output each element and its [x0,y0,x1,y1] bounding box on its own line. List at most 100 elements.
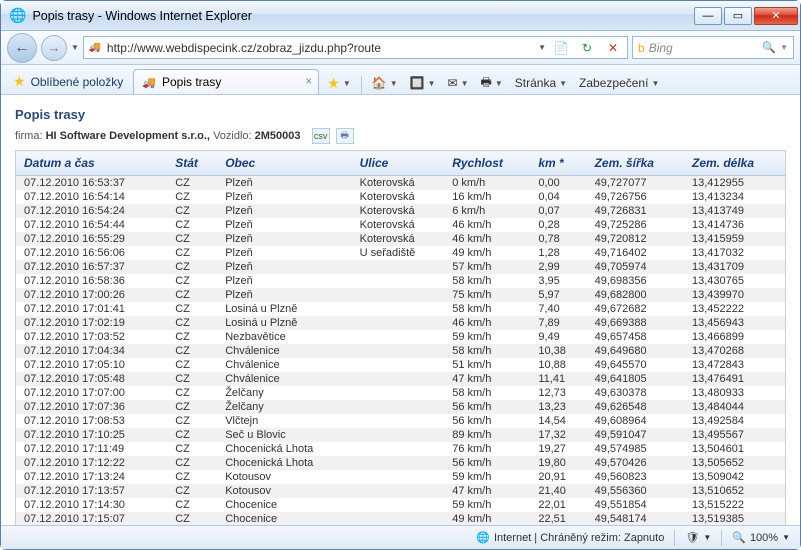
refresh-icon[interactable]: ↻ [576,37,598,59]
table-row[interactable]: 07.12.2010 17:00:26CZPlzeň75 km/h5,9749,… [16,288,786,302]
add-favorite-button[interactable]: ★▼ [323,72,354,94]
table-row[interactable]: 07.12.2010 16:58:36CZPlzeň58 km/h3,9549,… [16,274,786,288]
table-row[interactable]: 07.12.2010 16:57:37CZPlzeň57 km/h2,9949,… [16,260,786,274]
cell: Želčany [217,386,351,400]
table-row[interactable]: 07.12.2010 17:05:10CZChválenice51 km/h10… [16,358,786,372]
table-row[interactable]: 07.12.2010 17:13:57CZKotousov47 km/h21,4… [16,484,786,498]
table-row[interactable]: 07.12.2010 17:07:36CZŽelčany56 km/h13,23… [16,400,786,414]
table-row[interactable]: 07.12.2010 17:12:22CZChocenická Lhota56 … [16,456,786,470]
cell: CZ [167,204,217,218]
cell: 13,495567 [684,428,786,442]
table-row[interactable]: 07.12.2010 16:55:29CZPlzeňKoterovská46 k… [16,232,786,246]
table-row[interactable]: 07.12.2010 17:10:25CZSeč u Blovic89 km/h… [16,428,786,442]
table-row[interactable]: 07.12.2010 17:04:34CZChválenice58 km/h10… [16,344,786,358]
compat-view-icon[interactable]: 📄 [550,37,572,59]
url-dropdown-icon[interactable]: ▼ [538,43,546,52]
url-input[interactable] [107,41,534,55]
page-heading: Popis trasy [15,107,786,122]
cell: 07.12.2010 16:57:37 [16,260,168,274]
home-button[interactable]: 🏠▼ [368,72,402,94]
cell: 13,519385 [684,512,786,525]
maximize-button[interactable]: ▭ [724,7,752,25]
cell: 07.12.2010 17:07:36 [16,400,168,414]
col-header[interactable]: km * [530,151,586,176]
page-menu[interactable]: Stránka▼ [511,72,571,94]
cell: Chocenická Lhota [217,442,351,456]
cell [352,512,445,525]
table-row[interactable]: 07.12.2010 16:53:37CZPlzeňKoterovská0 km… [16,176,786,191]
protected-mode-icon-seg[interactable]: 🛡▼ [675,531,721,544]
export-csv-button[interactable]: csv [312,128,330,144]
cell: 0,28 [530,218,586,232]
col-header[interactable]: Datum a čas [16,151,168,176]
export-print-button[interactable]: 🖶 [336,128,354,144]
mail-button[interactable]: ✉▼ [444,72,473,94]
col-header[interactable]: Zem. šířka [587,151,684,176]
cell: CZ [167,274,217,288]
print-button[interactable]: 🖶▼ [477,72,507,94]
table-row[interactable]: 07.12.2010 16:54:24CZPlzeňKoterovská6 km… [16,204,786,218]
favorites-button[interactable]: ★ Oblíbené položky [7,69,129,94]
stop-icon[interactable]: ✕ [602,37,624,59]
table-row[interactable]: 07.12.2010 17:15:07CZChocenice49 km/h22,… [16,512,786,525]
cell: 20,91 [530,470,586,484]
cell [352,358,445,372]
back-button[interactable]: ← [7,33,37,63]
cell: 13,509042 [684,470,786,484]
table-row[interactable]: 07.12.2010 16:54:14CZPlzeňKoterovská16 k… [16,190,786,204]
table-row[interactable]: 07.12.2010 17:03:52CZNezbavětice59 km/h9… [16,330,786,344]
search-box[interactable]: b Bing 🔍 ▼ [632,36,794,59]
safety-menu[interactable]: Zabezpečení▼ [575,72,663,94]
feeds-button[interactable]: 🔲▼ [406,72,440,94]
cell: 07.12.2010 17:02:19 [16,316,168,330]
table-row[interactable]: 07.12.2010 17:05:48CZChválenice47 km/h11… [16,372,786,386]
nav-dropdown-icon[interactable]: ▼ [71,43,79,52]
cell: CZ [167,218,217,232]
table-row[interactable]: 07.12.2010 17:07:00CZŽelčany58 km/h12,73… [16,386,786,400]
cell: 89 km/h [444,428,530,442]
search-go-icon[interactable]: 🔍 [762,41,776,54]
forward-button[interactable]: → [41,35,67,61]
cell: 46 km/h [444,232,530,246]
zoom-control[interactable]: 🔍 100% ▼ [722,531,800,544]
search-dropdown-icon[interactable]: ▼ [780,43,788,52]
cell: Chválenice [217,344,351,358]
cell: 13,413749 [684,204,786,218]
cell: 16 km/h [444,190,530,204]
table-row[interactable]: 07.12.2010 16:56:06CZPlzeňU seřadiště49 … [16,246,786,260]
minimize-button[interactable]: ― [694,7,722,25]
cell: CZ [167,512,217,525]
table-row[interactable]: 07.12.2010 16:54:44CZPlzeňKoterovská46 k… [16,218,786,232]
cell: 07.12.2010 17:08:53 [16,414,168,428]
col-header[interactable]: Rychlost [444,151,530,176]
close-button[interactable]: ✕ [754,7,798,25]
active-tab[interactable]: 🚚 Popis trasy [133,69,319,94]
zoom-value: 100% [750,532,778,544]
table-row[interactable]: 07.12.2010 17:14:30CZChocenice59 km/h22,… [16,498,786,512]
address-bar[interactable]: 🚚 ▼ 📄 ↻ ✕ [83,36,628,59]
route-table: Datum a časStátObecUliceRychlostkm *Zem.… [15,150,786,525]
cell: 13,476491 [684,372,786,386]
table-row[interactable]: 07.12.2010 17:01:41CZLosiná u Plzně58 km… [16,302,786,316]
zoom-dropdown-icon[interactable]: ▼ [782,533,790,542]
col-header[interactable]: Zem. délka [684,151,786,176]
cell: 13,456943 [684,316,786,330]
col-header[interactable]: Ulice [352,151,445,176]
cell: 07.12.2010 16:54:24 [16,204,168,218]
window-titlebar: 🌐 Popis trasy - Windows Internet Explore… [1,1,800,31]
cell: 13,414736 [684,218,786,232]
page-favicon: 🚚 [87,40,103,56]
security-zone[interactable]: 🌐 Internet | Chráněný režim: Zapnuto [466,531,674,544]
cell: 49,727077 [587,176,684,191]
cell [352,428,445,442]
cell: Koterovská [352,190,445,204]
cell [352,288,445,302]
cell: 07.12.2010 17:13:24 [16,470,168,484]
table-row[interactable]: 07.12.2010 17:13:24CZKotousov59 km/h20,9… [16,470,786,484]
table-row[interactable]: 07.12.2010 17:11:49CZChocenická Lhota76 … [16,442,786,456]
col-header[interactable]: Stát [167,151,217,176]
cell [352,470,445,484]
table-row[interactable]: 07.12.2010 17:08:53CZVlčtejn56 km/h14,54… [16,414,786,428]
col-header[interactable]: Obec [217,151,351,176]
table-row[interactable]: 07.12.2010 17:02:19CZLosiná u Plzně46 km… [16,316,786,330]
